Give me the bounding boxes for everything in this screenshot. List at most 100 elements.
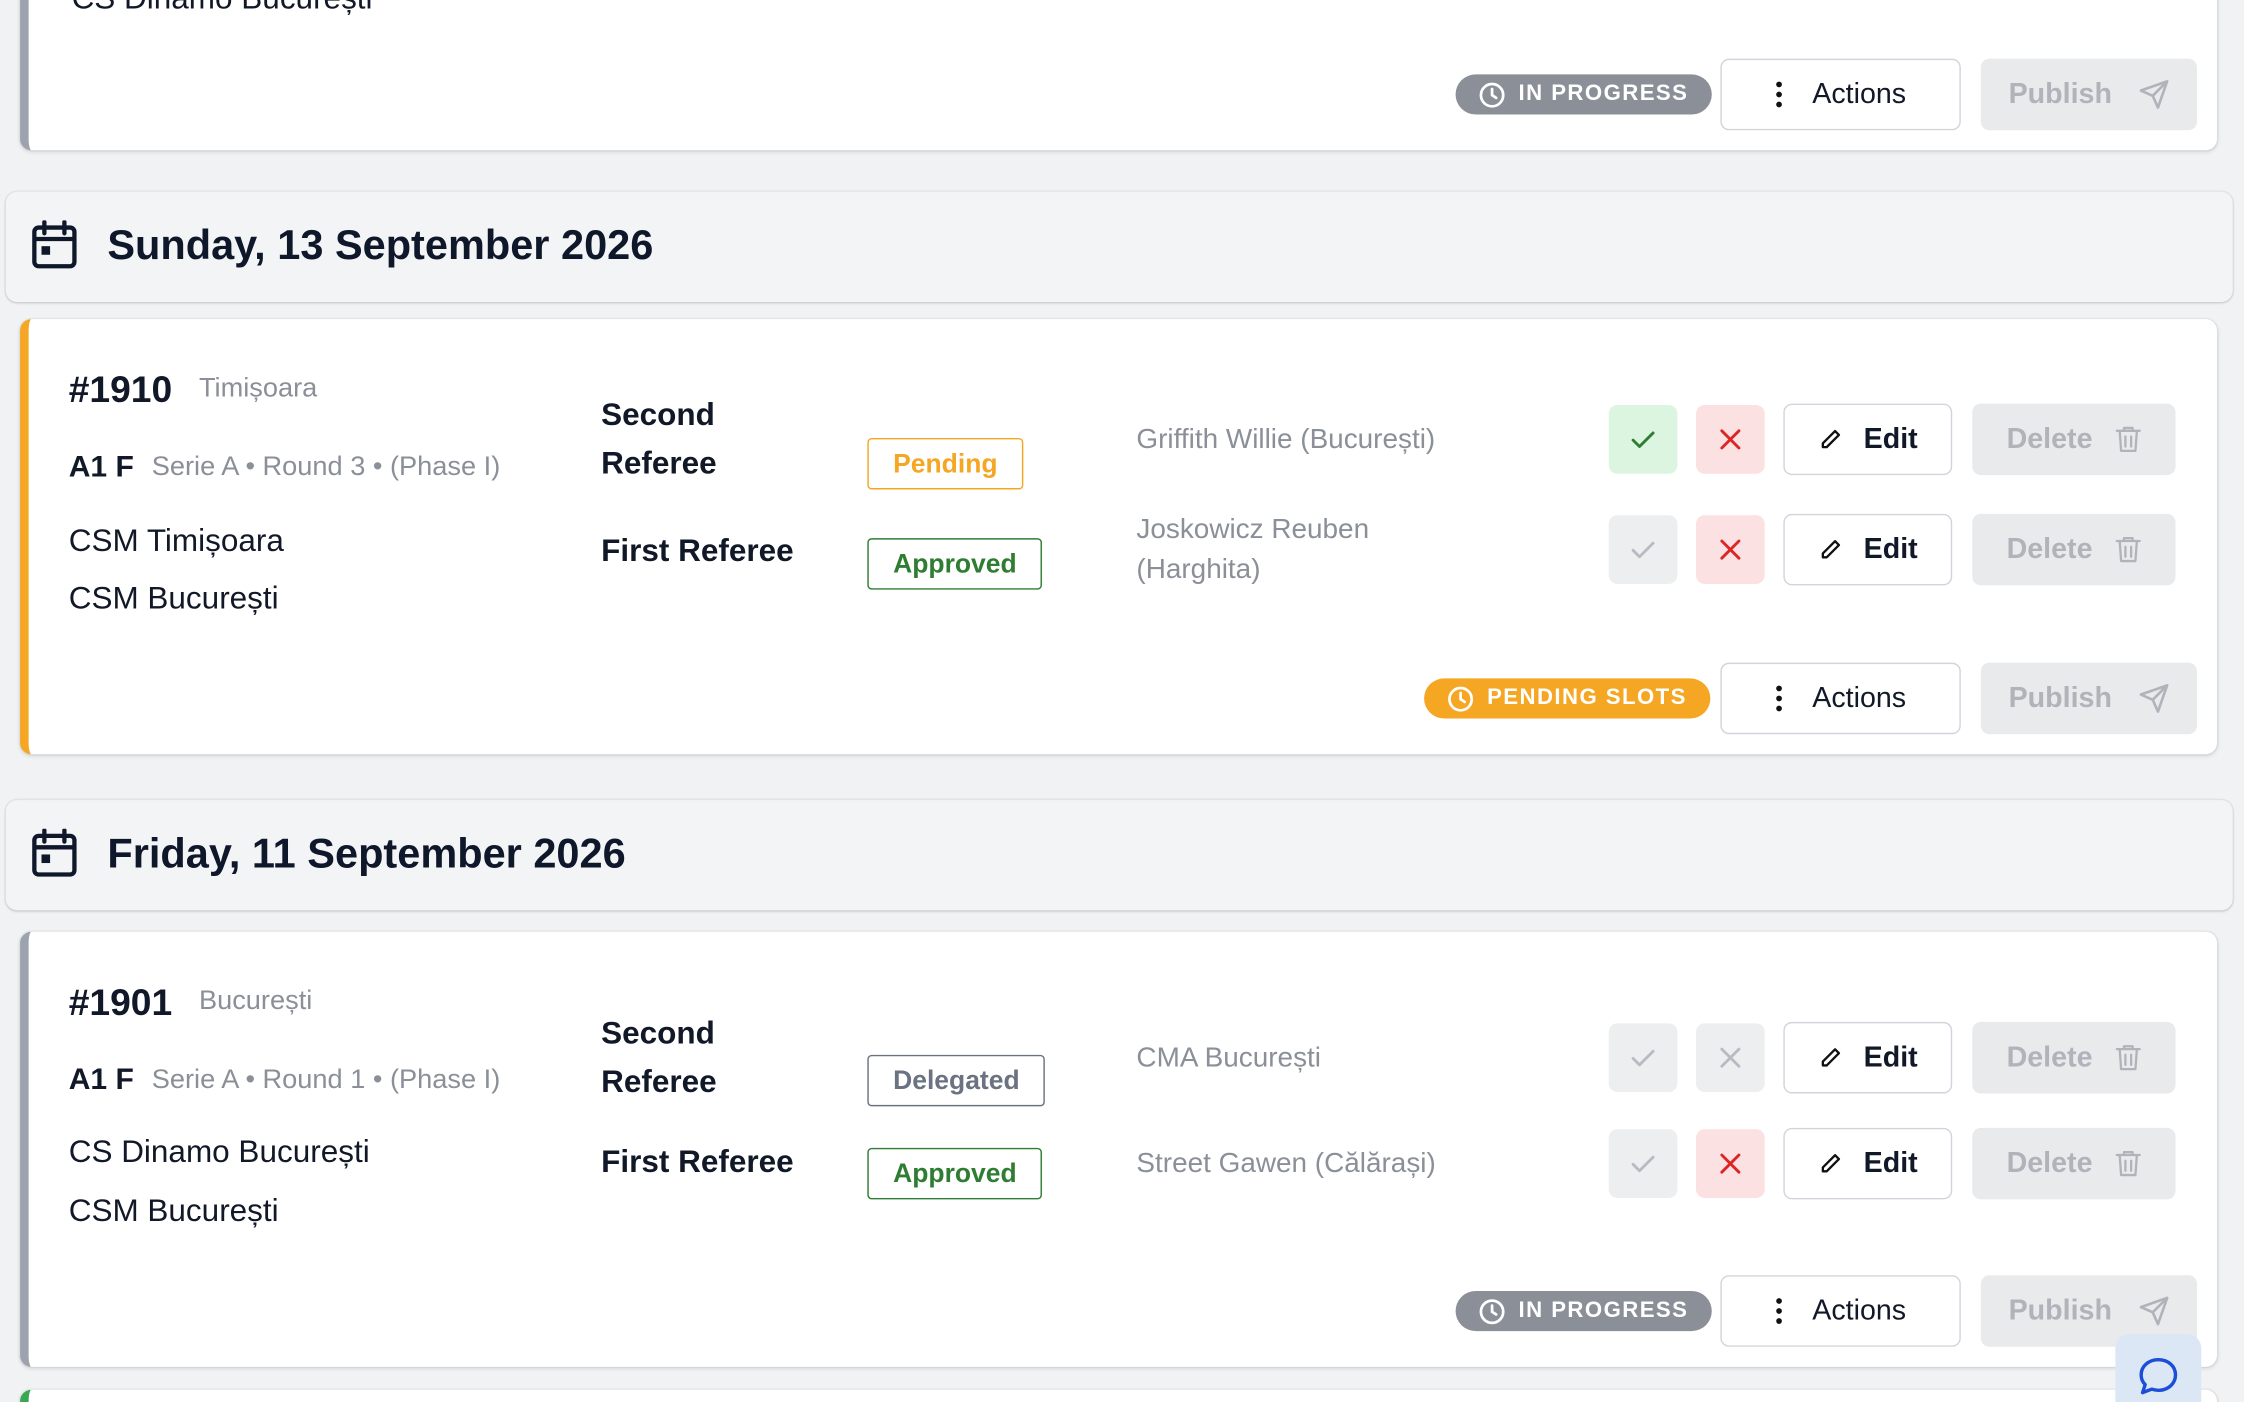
slot-role: Second Referee	[601, 391, 717, 488]
slot-person: Joskowicz Reuben (Harghita)	[1136, 510, 1369, 590]
pencil-icon	[1818, 1151, 1844, 1177]
publish-button[interactable]: Publish	[1980, 58, 2197, 131]
close-icon	[1718, 537, 1744, 563]
match-card: #1910 Timișoara A1 F Serie A • Round 3 •…	[20, 319, 2218, 755]
chat-bubble-icon	[2135, 1354, 2181, 1400]
slot-person-line: (Harghita)	[1136, 553, 1261, 586]
away-team: CSM București	[68, 579, 279, 616]
slot-person: Street Gawen (Călărași)	[1136, 1147, 1436, 1180]
actions-button[interactable]: Actions	[1720, 1275, 1961, 1347]
day-header: Sunday, 13 September 2026	[5, 191, 2233, 302]
check-icon	[1629, 535, 1658, 564]
edit-button[interactable]: Edit	[1783, 1021, 1953, 1094]
pencil-icon	[1818, 427, 1844, 453]
close-icon	[1718, 1045, 1744, 1071]
match-city: București	[198, 986, 313, 1017]
slot-person: CMA București	[1136, 1041, 1321, 1074]
calendar-icon	[31, 828, 80, 881]
delete-button[interactable]: Delete	[1972, 1021, 2176, 1094]
actions-button[interactable]: Actions	[1720, 662, 1961, 735]
actions-label: Actions	[1812, 78, 1907, 110]
delete-label: Delete	[2006, 1041, 2093, 1073]
team-name: CS Dinamo București	[72, 0, 373, 17]
day-header: Friday, 11 September 2026	[5, 800, 2233, 911]
reject-button[interactable]	[1696, 515, 1765, 584]
actions-label: Actions	[1812, 1294, 1907, 1327]
slot-status-badge: Pending	[867, 437, 1024, 490]
reject-button[interactable]	[1696, 1129, 1765, 1198]
match-number: #1910	[68, 367, 173, 411]
delete-label: Delete	[2006, 422, 2093, 455]
match-number: #1901	[68, 980, 173, 1024]
actions-label: Actions	[1812, 681, 1907, 714]
delete-label: Delete	[2006, 1147, 2093, 1179]
check-icon	[1629, 425, 1658, 454]
publish-label: Publish	[2008, 1294, 2112, 1327]
publish-label: Publish	[2008, 78, 2112, 110]
slot-role: First Referee	[601, 532, 794, 569]
match-card: #1901 București A1 F Serie A • Round 1 •…	[20, 931, 2218, 1367]
send-icon	[2138, 683, 2169, 714]
home-team: CSM Timișoara	[68, 522, 284, 559]
clock-icon	[1478, 81, 1505, 108]
clock-icon	[1447, 685, 1474, 712]
trash-icon	[2115, 535, 2141, 564]
trash-icon	[2115, 425, 2141, 454]
status-badge: IN PROGRESS	[1455, 74, 1712, 115]
check-icon	[1629, 1043, 1658, 1072]
clock-icon	[1478, 1297, 1505, 1324]
slot-role: Second Referee	[601, 1009, 717, 1106]
reject-button[interactable]	[1696, 405, 1765, 474]
match-category: A1 F	[68, 450, 134, 484]
edit-button[interactable]: Edit	[1783, 513, 1953, 586]
publish-button[interactable]: Publish	[1980, 662, 2197, 735]
delete-button[interactable]: Delete	[1972, 513, 2176, 586]
pencil-icon	[1818, 537, 1844, 563]
delete-button[interactable]: Delete	[1972, 403, 2176, 476]
slot-role-line: Second	[601, 396, 715, 433]
edit-label: Edit	[1863, 533, 1918, 565]
trash-icon	[2115, 1043, 2141, 1072]
edit-label: Edit	[1863, 1147, 1918, 1179]
match-city: Timișoara	[198, 373, 318, 404]
close-icon	[1718, 1151, 1744, 1177]
match-series: Serie A • Round 1 • (Phase I)	[151, 1064, 501, 1095]
day-title: Friday, 11 September 2026	[107, 831, 626, 878]
trash-icon	[2115, 1149, 2141, 1178]
home-team: CS Dinamo București	[68, 1133, 370, 1170]
delete-button[interactable]: Delete	[1972, 1127, 2176, 1200]
approve-button[interactable]	[1608, 515, 1678, 584]
check-icon	[1629, 1149, 1658, 1178]
approve-button[interactable]	[1608, 1023, 1678, 1093]
match-card-partial	[20, 1389, 2218, 1402]
match-category: A1 F	[68, 1063, 134, 1097]
edit-button[interactable]: Edit	[1783, 403, 1953, 476]
delete-label: Delete	[2006, 533, 2093, 565]
slot-status-badge: Approved	[867, 538, 1043, 590]
status-badge-label: PENDING SLOTS	[1487, 685, 1687, 710]
slot-status-badge: Approved	[867, 1147, 1043, 1200]
actions-button[interactable]: Actions	[1720, 58, 1961, 131]
approve-button[interactable]	[1608, 405, 1678, 474]
match-series: Serie A • Round 3 • (Phase I)	[151, 452, 501, 483]
send-icon	[2138, 79, 2169, 110]
reject-button[interactable]	[1696, 1023, 1765, 1093]
more-vertical-icon	[1775, 1297, 1784, 1326]
edit-label: Edit	[1863, 422, 1918, 455]
chat-button[interactable]	[2115, 1333, 2202, 1402]
send-icon	[2138, 1295, 2169, 1326]
match-card-partial: CS Dinamo București IN PROGRESS Actions …	[20, 0, 2218, 151]
approve-button[interactable]	[1608, 1129, 1678, 1198]
pencil-icon	[1818, 1045, 1844, 1071]
slot-person: Griffith Willie (București)	[1136, 423, 1436, 456]
edit-button[interactable]: Edit	[1783, 1127, 1953, 1200]
slot-role: First Referee	[601, 1143, 794, 1180]
edit-label: Edit	[1863, 1041, 1918, 1073]
status-badge: IN PROGRESS	[1455, 1290, 1712, 1332]
more-vertical-icon	[1775, 80, 1784, 109]
status-badge-label: IN PROGRESS	[1518, 1298, 1689, 1323]
status-badge: PENDING SLOTS	[1424, 678, 1710, 719]
slot-person-line: Joskowicz Reuben	[1136, 513, 1370, 546]
more-vertical-icon	[1775, 684, 1784, 713]
slot-role-line: Referee	[601, 1063, 717, 1100]
